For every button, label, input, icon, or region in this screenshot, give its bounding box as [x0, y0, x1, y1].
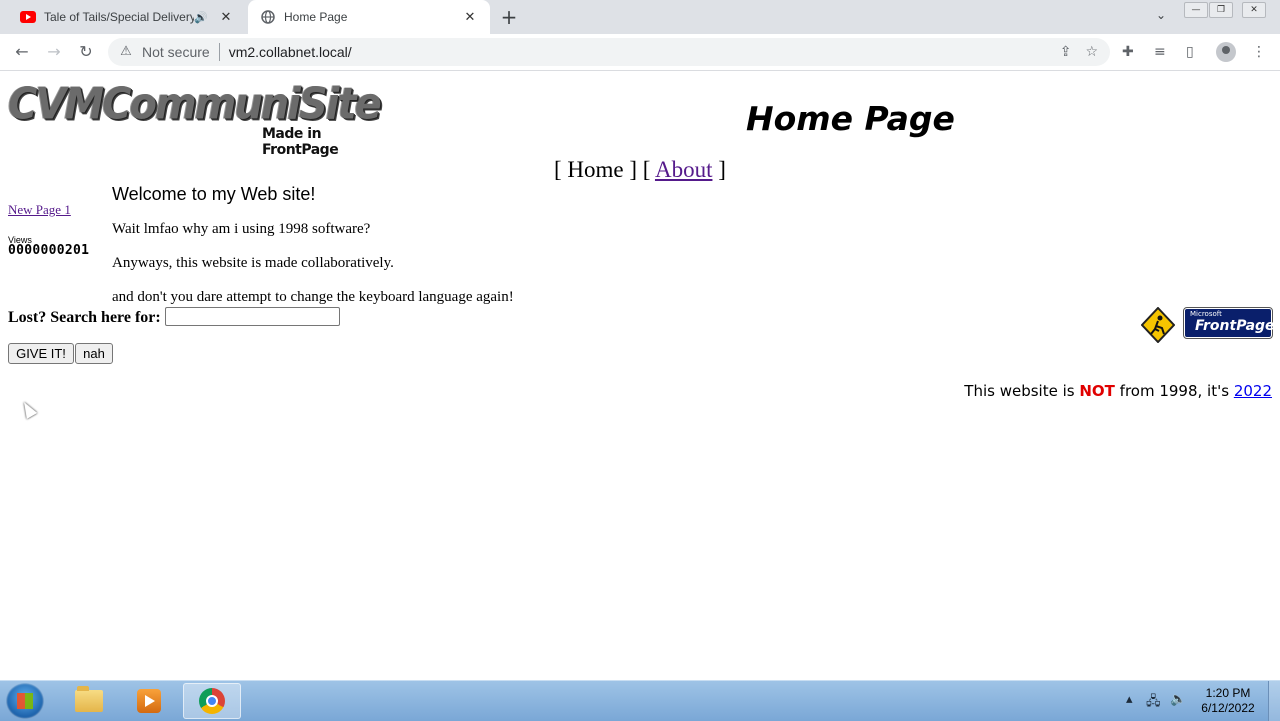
chrome-icon	[199, 688, 225, 714]
nav-about-link[interactable]: About	[655, 157, 713, 182]
tab-title: Home Page	[284, 10, 348, 24]
web-page: CVMCommuniSite Made in FrontPage Home Pa…	[0, 71, 1280, 680]
clock-date: 6/12/2022	[1201, 701, 1255, 715]
search-input[interactable]	[165, 307, 340, 326]
under-construction-icon	[1140, 306, 1176, 344]
show-desktop-button[interactable]	[1268, 681, 1280, 721]
start-button[interactable]	[6, 683, 44, 719]
tab-title: Tale of Tails/Special Delivery	[44, 10, 194, 24]
extensions-puzzle-icon[interactable]: ✚	[1122, 44, 1134, 60]
divider	[218, 43, 220, 61]
profile-avatar[interactable]	[1216, 42, 1236, 62]
tab-home-page[interactable]: Home Page ✕	[248, 0, 490, 34]
forward-arrow-icon[interactable]: →	[44, 42, 64, 62]
reload-icon[interactable]: ↻	[76, 42, 96, 62]
globe-icon	[260, 9, 276, 25]
nah-button[interactable]: nah	[75, 343, 113, 364]
welcome-heading: Welcome to my Web site!	[112, 184, 316, 204]
paragraph: and don't you dare attempt to change the…	[112, 289, 514, 305]
browser-toolbar: ← → ↻ ⚠ Not secure vm2.collabnet.local/ …	[0, 34, 1280, 71]
bookmark-star-icon[interactable]: ☆	[1085, 44, 1098, 60]
taskbar-chrome[interactable]	[183, 683, 241, 719]
address-bar[interactable]: ⚠ Not secure vm2.collabnet.local/ ⇪ ☆	[108, 38, 1110, 66]
tab-search-chevron-icon[interactable]: ⌄	[1152, 8, 1170, 26]
mouse-cursor-icon	[18, 399, 38, 419]
new-tab-button[interactable]: +	[498, 6, 520, 28]
system-clock[interactable]: 1:20 PM 6/12/2022	[1196, 686, 1260, 716]
menu-kebab-icon[interactable]: ⋮	[1252, 44, 1266, 60]
paragraph: Anyways, this website is made collaborat…	[112, 255, 394, 271]
youtube-icon	[20, 9, 36, 25]
close-tab-icon[interactable]: ✕	[218, 9, 234, 25]
badge-small-text: Microsoft	[1190, 310, 1222, 318]
tab-strip: Tale of Tails/Special Delivery 🔊 ✕ Home …	[0, 0, 1280, 34]
footer-pre: This website is	[964, 382, 1080, 400]
site-logo: CVMCommuniSite Made in FrontPage	[8, 78, 388, 158]
volume-icon[interactable]: 🔈	[1170, 692, 1186, 707]
frontpage-badge: Microsoft FrontPage	[1183, 307, 1275, 339]
clock-time: 1:20 PM	[1205, 686, 1251, 700]
logo-subtitle: Made in FrontPage	[262, 126, 339, 158]
media-control-icon[interactable]: ≡	[1154, 44, 1166, 60]
nav-home: Home	[567, 157, 624, 182]
taskbar-explorer[interactable]	[60, 683, 118, 719]
url-text[interactable]: vm2.collabnet.local/	[229, 44, 352, 60]
hit-counter: 0000000201	[8, 243, 90, 258]
footer-mid: from 1998, it's	[1114, 382, 1234, 400]
media-player-icon	[137, 689, 161, 713]
network-icon[interactable]: 🖧	[1146, 692, 1161, 714]
page-heading: Home Page	[746, 99, 955, 138]
tray-expand-icon[interactable]: ▴	[1126, 692, 1133, 707]
site-navbar: [ Home ] [ About ]	[554, 157, 726, 183]
share-icon[interactable]: ⇪	[1060, 44, 1072, 60]
security-label[interactable]: Not secure	[142, 44, 210, 60]
warning-icon[interactable]: ⚠	[118, 44, 134, 60]
tab-youtube[interactable]: Tale of Tails/Special Delivery 🔊 ✕	[8, 0, 246, 34]
footer-text: This website is NOT from 1998, it's 2022	[964, 382, 1272, 400]
back-arrow-icon[interactable]: ←	[12, 42, 32, 62]
footer-not: NOT	[1079, 382, 1115, 400]
nav-bracket: ] [	[629, 157, 651, 182]
give-it-button[interactable]: GIVE IT!	[8, 343, 74, 364]
logo-text: CVMCommuniSite	[8, 78, 382, 130]
side-panel-icon[interactable]: ▯	[1186, 44, 1194, 60]
taskbar: ▴ 🖧 🔈 1:20 PM 6/12/2022	[0, 680, 1280, 721]
search-label: Lost? Search here for:	[8, 309, 161, 326]
minimize-button[interactable]: —	[1184, 2, 1208, 18]
speaker-icon[interactable]: 🔊	[194, 11, 210, 24]
paragraph: Wait lmfao why am i using 1998 software?	[112, 221, 371, 237]
nav-bracket: [	[554, 157, 562, 182]
folder-icon	[75, 686, 103, 712]
close-tab-icon[interactable]: ✕	[462, 9, 478, 25]
new-page-1-link[interactable]: New Page 1	[8, 202, 71, 218]
restore-button[interactable]: ❐	[1209, 2, 1233, 18]
close-window-button[interactable]: ✕	[1242, 2, 1266, 18]
footer-year-link[interactable]: 2022	[1234, 382, 1272, 400]
taskbar-media-player[interactable]	[120, 683, 178, 719]
badge-big-text: FrontPage	[1195, 318, 1275, 334]
nav-bracket: ]	[718, 157, 726, 182]
